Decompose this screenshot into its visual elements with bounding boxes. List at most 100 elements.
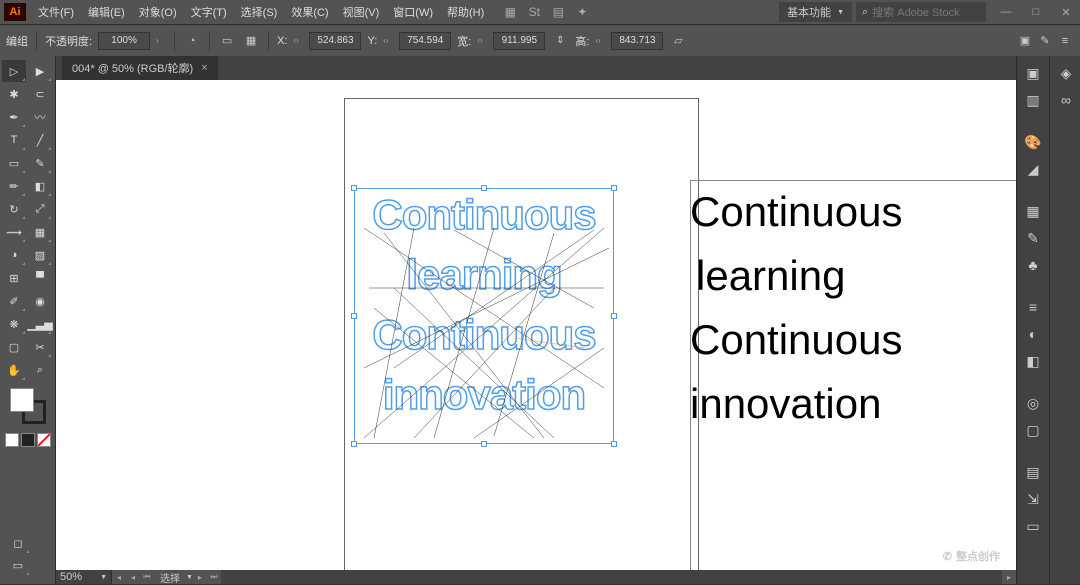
fill-stroke-swatch[interactable] [10,388,46,424]
screen-mode[interactable]: ▭ [6,554,30,576]
free-transform-tool[interactable]: ▦ [28,221,52,243]
direct-selection-tool[interactable]: ▶ [28,60,52,82]
rotate-tool[interactable]: ↻ [2,198,26,220]
artboard-prev-button[interactable]: ◂ [126,570,140,584]
artboard-first-button[interactable]: ⏮ [140,570,154,584]
scroll-right-button[interactable]: ▸ [1002,570,1016,584]
close-button[interactable]: ✕ [1056,4,1076,20]
scale-tool[interactable]: ⤢ [28,198,52,220]
symbol-sprayer-tool[interactable]: ❋ [2,313,26,335]
solid-text-object[interactable]: Continuous learning Continuous innovatio… [690,180,1016,436]
isolate-icon[interactable]: ▣ [1016,32,1034,50]
symbols-panel-icon[interactable]: ♣ [1017,252,1049,278]
eraser-tool[interactable]: ◧ [28,175,52,197]
arrange-icon[interactable]: ▤ [550,4,566,20]
artboard-last-button[interactable]: ⏭ [207,570,221,584]
blend-tool[interactable]: ◉ [28,290,52,312]
gradient-tool[interactable]: ▀ [28,267,52,289]
eyedropper-tool[interactable]: ✐ [2,290,26,312]
handle-top-mid[interactable] [481,185,487,191]
gradient-panel-icon[interactable]: ◐ [1017,321,1049,347]
line-tool[interactable]: ╱ [28,129,52,151]
tab-close-icon[interactable]: × [201,62,207,74]
asset-export-panel-icon[interactable]: ⇲ [1017,486,1049,512]
h-input[interactable] [611,32,663,50]
layers-icon[interactable]: ◈ [1050,60,1080,86]
bridge-icon[interactable]: ▦ [502,4,518,20]
menu-view[interactable]: 视图(V) [337,2,386,22]
stock-icon[interactable]: St [526,4,542,20]
w-input[interactable] [493,32,545,50]
type-tool[interactable]: T [2,129,26,151]
edit-icon[interactable]: ✎ [1036,32,1054,50]
slice-tool[interactable]: ✂ [28,336,52,358]
mesh-tool[interactable]: ⊞ [2,267,26,289]
x-input[interactable] [309,32,361,50]
lasso-tool[interactable]: ⊂ [28,83,52,105]
opacity-input[interactable] [98,32,150,50]
menu-type[interactable]: 文字(T) [185,2,233,22]
none-mode[interactable] [37,433,51,447]
layers-panel-icon[interactable]: ▤ [1017,459,1049,485]
handle-right-mid[interactable] [611,313,617,319]
color-mode[interactable] [5,433,19,447]
status-mode[interactable]: 选择 [154,570,186,585]
scroll-left-button[interactable]: ◂ [112,570,126,584]
artboard-next-button[interactable]: ▸ [193,570,207,584]
swatches-panel-icon[interactable]: ▦ [1017,198,1049,224]
gpu-icon[interactable]: ✦ [574,4,590,20]
style-icon[interactable]: ◔ [183,32,201,50]
curvature-tool[interactable]: 〰 [28,106,52,128]
color-guide-panel-icon[interactable]: ◢ [1017,156,1049,182]
canvas[interactable]: Continuous learning Continuous innovatio… [56,80,1016,570]
stroke-panel-icon[interactable]: ≡ [1017,294,1049,320]
artboards-panel-icon[interactable]: ▭ [1017,513,1049,539]
more-icon[interactable]: ≡ [1056,32,1074,50]
perspective-tool[interactable]: ▨ [28,244,52,266]
handle-top-left[interactable] [351,185,357,191]
magic-wand-tool[interactable]: ✱ [2,83,26,105]
menu-window[interactable]: 窗口(W) [387,2,439,22]
brushes-panel-icon[interactable]: ✎ [1017,225,1049,251]
appearance-panel-icon[interactable]: ◎ [1017,390,1049,416]
libraries-panel-icon[interactable]: ▥ [1017,87,1049,113]
menu-help[interactable]: 帮助(H) [441,2,490,22]
transform-icon[interactable]: ▦ [242,32,260,50]
fill-color[interactable] [10,388,34,412]
zoom-selector[interactable]: 50%▼ [56,570,112,584]
artboard-tool[interactable]: ▢ [2,336,26,358]
handle-bottom-left[interactable] [351,441,357,447]
maximize-button[interactable]: □ [1026,4,1046,20]
rectangle-tool[interactable]: ▭ [2,152,26,174]
shape-builder-tool[interactable]: ◑ [2,244,26,266]
cc-icon[interactable]: ∞ [1050,87,1080,113]
transparency-panel-icon[interactable]: ◧ [1017,348,1049,374]
menu-object[interactable]: 对象(O) [133,2,183,22]
y-input[interactable] [399,32,451,50]
opacity-stepper[interactable]: › [156,38,166,44]
properties-panel-icon[interactable]: ▣ [1017,60,1049,86]
paintbrush-tool[interactable]: ✎ [28,152,52,174]
draw-mode[interactable]: ◻ [6,532,30,554]
horizontal-scrollbar[interactable] [221,570,1002,584]
width-tool[interactable]: ⟿ [2,221,26,243]
workspace-selector[interactable]: 基本功能▼ [779,2,852,22]
menu-edit[interactable]: 编辑(E) [82,2,131,22]
shape-mode-icon[interactable]: ▱ [669,32,687,50]
shaper-tool[interactable]: ✏ [2,175,26,197]
graph-tool[interactable]: ▁▃▅ [28,313,52,335]
menu-effect[interactable]: 效果(C) [285,2,334,22]
selection-tool[interactable]: ▷ [2,60,26,82]
menu-select[interactable]: 选择(S) [235,2,284,22]
document-tab[interactable]: 004* @ 50% (RGB/轮廓) × [62,56,218,80]
handle-top-right[interactable] [611,185,617,191]
graphic-styles-panel-icon[interactable]: ▢ [1017,417,1049,443]
zoom-tool[interactable]: ⌕ [28,359,52,381]
align-icon[interactable]: ▭ [218,32,236,50]
handle-left-mid[interactable] [351,313,357,319]
gradient-mode[interactable] [21,433,35,447]
minimize-button[interactable]: — [996,4,1016,20]
pen-tool[interactable]: ✒ [2,106,26,128]
handle-bottom-right[interactable] [611,441,617,447]
hand-tool[interactable]: ✋ [2,359,26,381]
